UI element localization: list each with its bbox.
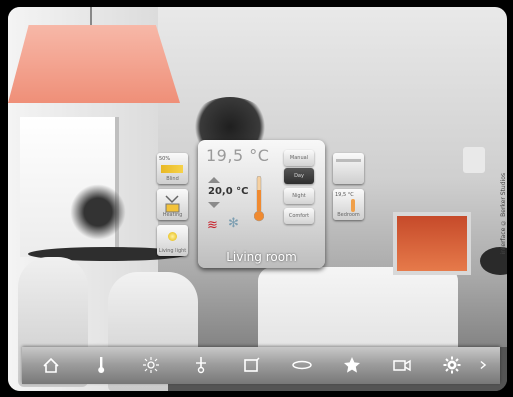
tile-caption: Bedroom <box>337 212 360 218</box>
mode-button-night[interactable]: Night <box>284 188 314 204</box>
home-icon[interactable] <box>39 353 63 377</box>
mode-button-comfort[interactable]: Comfort <box>284 208 314 224</box>
bottom-navigation-bar <box>22 347 500 384</box>
setpoint-value: 20,0 °C <box>208 186 249 197</box>
right-tile[interactable] <box>333 153 364 184</box>
thermometer-icon <box>351 199 355 212</box>
tile-caption: Living light <box>158 248 187 254</box>
mode-button-manual[interactable]: Manual <box>284 150 314 166</box>
heating-tile[interactable]: Heating <box>157 189 188 220</box>
favorite-icon[interactable] <box>340 353 364 377</box>
light-icon[interactable] <box>139 353 163 377</box>
scene-icon[interactable] <box>290 353 314 377</box>
background-lamp <box>8 25 180 103</box>
temperature-icon[interactable] <box>89 353 113 377</box>
setpoint-down-button[interactable] <box>208 202 220 208</box>
tile-value: 50% <box>159 156 171 162</box>
mode-button-day[interactable]: Day <box>284 168 314 184</box>
background-tv <box>393 212 471 275</box>
room-name: Living room <box>226 250 297 264</box>
tile-bar <box>336 159 361 162</box>
blinds-icon[interactable] <box>239 353 263 377</box>
background-vase <box>68 177 128 247</box>
tile-caption: Blind <box>166 176 179 182</box>
light-tile[interactable]: Living light <box>157 225 188 256</box>
blind-level-icon <box>161 165 183 173</box>
heating-icon <box>165 195 180 213</box>
switch-icon[interactable] <box>189 353 213 377</box>
setpoint-up-button[interactable] <box>208 177 220 183</box>
background-lamp <box>463 147 485 173</box>
tile-caption: Heating <box>162 212 183 218</box>
heating-icon[interactable]: ≋ <box>207 218 218 233</box>
lamp-cord <box>90 7 92 27</box>
camera-icon[interactable] <box>390 353 414 377</box>
tile-value: 19,5 °C <box>335 192 354 198</box>
bulb-icon <box>168 232 177 241</box>
thermometer-icon <box>254 176 264 222</box>
settings-icon[interactable] <box>440 353 464 377</box>
next-arrow-icon[interactable] <box>476 353 490 377</box>
current-temperature: 19,5 °C <box>206 146 270 165</box>
credit-text: interface © Berker Studios <box>500 173 507 255</box>
cooling-icon[interactable]: ✻ <box>228 216 239 231</box>
room-temperature-panel: 19,5 °C 20,0 °C ≋ ✻ Manual Day Night Com… <box>198 140 325 268</box>
bedroom-temperature-tile[interactable]: 19,5 °C Bedroom <box>333 189 364 220</box>
blind-tile[interactable]: 50% Blind <box>157 153 188 184</box>
